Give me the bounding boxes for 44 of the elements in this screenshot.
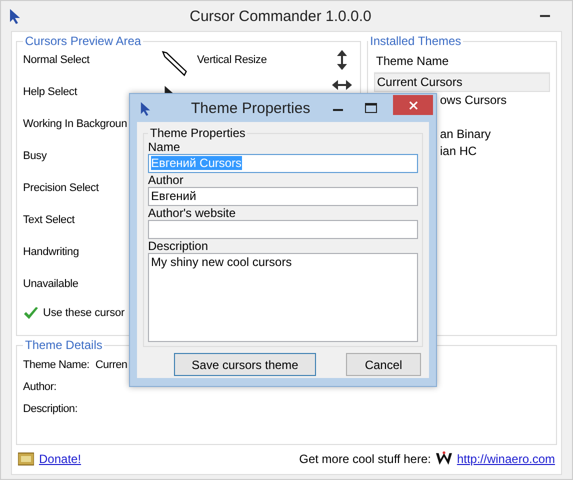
promo-text: Get more cool stuff here: [299, 452, 431, 466]
detail-label: Author: [23, 381, 56, 394]
website-link[interactable]: http://winaero.com [456, 452, 555, 466]
group-title: Installed Themes [369, 34, 462, 48]
group-title: Theme Properties [149, 126, 246, 140]
checkbox-label: Use these cursor [43, 307, 125, 319]
cursor-label: Precision Select [23, 181, 99, 196]
theme-item[interactable]: Current Cursors [374, 73, 550, 92]
field-label: Name [148, 140, 182, 154]
window-title: Cursor Commander 1.0.0.0 [188, 8, 372, 24]
cursor-label: Text Select [23, 213, 75, 228]
maximize-icon[interactable] [365, 103, 377, 113]
detail-value: Curren [95, 359, 128, 372]
field-label: Description [148, 239, 210, 253]
group-title: Cursors Preview Area [24, 34, 142, 48]
cursor-label: Unavailable [23, 277, 78, 292]
input-field[interactable] [148, 220, 418, 239]
vertical-resize-icon [337, 50, 347, 70]
cursor-label: Busy [23, 149, 47, 164]
cursor-label: Handwriting [23, 245, 79, 260]
input-field[interactable]: Евгений [148, 187, 418, 206]
save-button[interactable]: Save cursors theme [174, 353, 316, 376]
cursor-label: Normal Select [23, 53, 90, 68]
cursor-label: Working In Backgroun [23, 117, 128, 132]
money-icon [18, 452, 34, 466]
dialog-title: Theme Properties [191, 100, 310, 116]
w-logo-icon [436, 451, 452, 466]
checkmark-icon[interactable] [23, 306, 39, 320]
field-label: Author's website [148, 206, 237, 220]
donate-link[interactable]: Donate! [39, 452, 82, 466]
cursor-label: Help Select [23, 85, 78, 100]
arrow-cursor-icon [140, 100, 151, 116]
group-title: Theme Details [24, 338, 104, 352]
detail-label: Description: [23, 403, 78, 416]
cancel-button[interactable]: Cancel [346, 353, 421, 376]
field-label: Author [148, 173, 184, 187]
arrow-cursor-icon [9, 8, 21, 24]
close-button[interactable] [393, 95, 433, 115]
description-field[interactable]: My shiny new cool cursors [148, 253, 418, 342]
close-icon [408, 100, 418, 110]
pen-icon [161, 50, 189, 78]
cursor-label: Vertical Resize [197, 53, 267, 68]
horizontal-resize-icon [332, 80, 352, 90]
detail-label: Theme Name: [23, 359, 90, 372]
